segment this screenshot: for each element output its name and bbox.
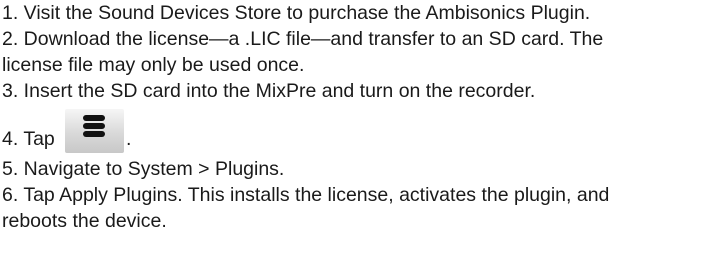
step-4-label: 4. Tap [2, 128, 55, 150]
step-4: 4. Tap . [2, 104, 710, 156]
step-6-line-1: 6. Tap Apply Plugins. This installs the … [2, 184, 610, 206]
step-3: 3. Insert the SD card into the MixPre an… [2, 80, 536, 102]
step-2-line-1: 2. Download the license—a .LIC file—and … [2, 28, 604, 50]
instruction-steps: 1. Visit the Sound Devices Store to purc… [2, 0, 710, 234]
step-2-line-2: license file may only be used once. [2, 54, 305, 76]
hamburger-menu-icon [65, 109, 124, 153]
step-4-period: . [126, 128, 132, 150]
step-6-line-2: reboots the device. [2, 210, 167, 232]
step-5: 5. Navigate to System > Plugins. [2, 158, 285, 180]
step-1: 1. Visit the Sound Devices Store to purc… [2, 2, 591, 24]
